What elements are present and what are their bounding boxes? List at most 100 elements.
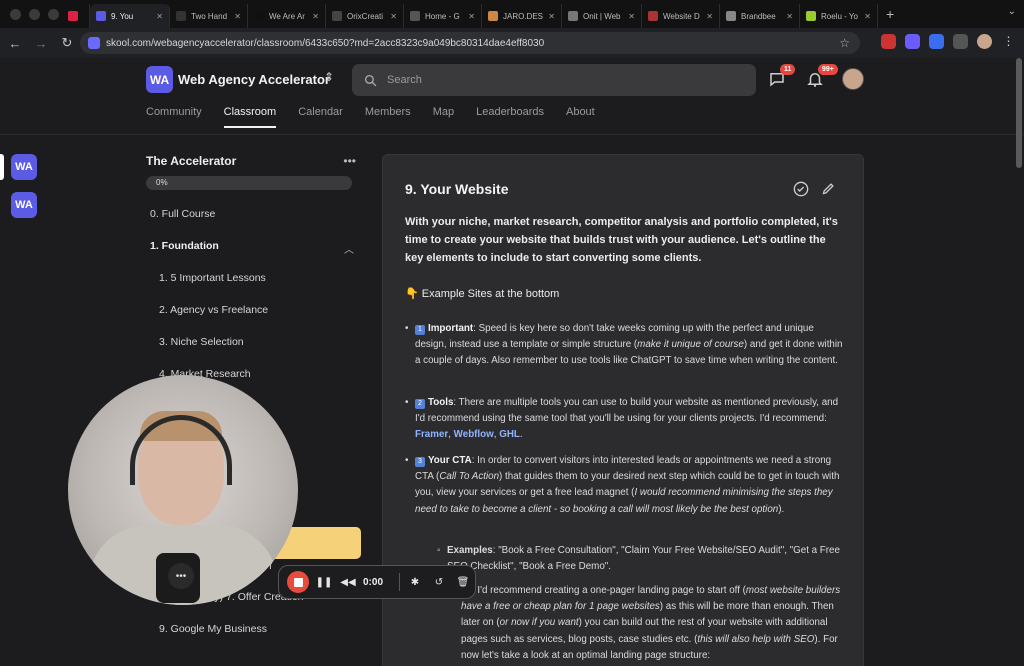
window-controls[interactable] — [10, 9, 59, 20]
brand-logo[interactable]: WA — [146, 66, 173, 93]
extension-icon[interactable] — [905, 34, 920, 49]
progress-label: 0% — [156, 178, 168, 187]
browser-tab[interactable]: Home - G ✕ — [404, 4, 482, 28]
nav-tab-members[interactable]: Members — [365, 106, 411, 128]
close-tab-icon[interactable]: ✕ — [786, 12, 793, 21]
extensions: ⋮ — [881, 34, 1016, 49]
number-1-icon: 1 — [415, 325, 425, 335]
chevron-up-icon[interactable]: ︿ — [344, 241, 354, 256]
browser-tab[interactable]: JARO.DES ✕ — [482, 4, 562, 28]
browser-tab[interactable]: Website D ✕ — [642, 4, 720, 28]
close-tab-icon[interactable]: ✕ — [706, 12, 713, 21]
examples-heading: 👇 Example Sites at the bottom — [405, 288, 560, 300]
rewind-icon[interactable]: ◀◀ — [339, 577, 357, 588]
lesson-item[interactable]: 0. Full Course — [150, 208, 215, 220]
tab-favicon — [68, 11, 78, 21]
forward-icon[interactable]: → — [30, 36, 52, 51]
notification-badge: 99+ — [818, 64, 838, 75]
community-switcher-icon[interactable]: ⇕ — [324, 70, 334, 84]
link-webflow[interactable]: Webflow — [454, 429, 494, 440]
browser-tab[interactable]: Roelu - Yo ✕ — [800, 4, 878, 28]
point-important: • 1 Important: Speed is key here so don't … — [405, 323, 843, 367]
edit-pencil-icon[interactable] — [821, 181, 837, 197]
nav-tab-calendar[interactable]: Calendar — [298, 106, 343, 128]
nav-tab-classroom[interactable]: Classroom — [223, 106, 277, 128]
extension-icon[interactable] — [929, 34, 944, 49]
nav-tab-map[interactable]: Map — [433, 106, 454, 128]
course-title: The Accelerator — [146, 154, 237, 168]
nav-tab-community[interactable]: Community — [146, 106, 202, 128]
point-landing-page: ve: I'd recommend creating a one-pager l… — [461, 585, 841, 661]
lesson-item[interactable]: 9. Google My Business — [159, 623, 267, 635]
pause-icon[interactable]: ❚❚ — [315, 577, 333, 588]
more-options-icon[interactable]: ••• — [343, 154, 356, 168]
tab-favicon — [806, 11, 816, 21]
draw-tool-icon[interactable]: ✱ — [406, 577, 424, 588]
address-bar[interactable]: skool.com/webagencyaccelerator/classroom… — [80, 32, 860, 54]
community-name[interactable]: Web Agency Accelerator — [178, 72, 330, 87]
stop-recording-button[interactable] — [287, 571, 309, 593]
lesson-item[interactable]: 3. Niche Selection — [159, 336, 244, 348]
nav-tab-leaderboards[interactable]: Leaderboards — [476, 106, 544, 128]
lesson-title: 9. Your Website — [405, 181, 509, 197]
close-tab-icon[interactable]: ✕ — [312, 12, 319, 21]
close-tab-icon[interactable]: ✕ — [548, 12, 555, 21]
browser-tab[interactable] — [62, 4, 90, 28]
tab-label: Roelu - Yo — [821, 11, 858, 21]
tab-label: We Are Ar — [269, 11, 305, 21]
main-nav: Community Classroom Calendar Members Map Lead… — [146, 106, 595, 128]
link-framer[interactable]: Framer — [415, 429, 448, 440]
tab-label: Two Hand — [191, 11, 228, 21]
app-header: WA Web Agency Accelerator ⇕ 11 99+ — [146, 64, 866, 98]
tab-favicon — [648, 11, 658, 21]
tab-favicon — [176, 11, 186, 21]
close-tab-icon[interactable]: ✕ — [234, 12, 241, 21]
puzzle-icon[interactable] — [953, 34, 968, 49]
browser-tab[interactable]: Onit | Web ✕ — [562, 4, 642, 28]
trash-icon[interactable]: 🗑 — [454, 577, 472, 588]
cta-examples: ◦ Examples: "Book a Free Consultation", "… — [437, 545, 840, 573]
bookmark-star-icon[interactable]: ☆ — [839, 36, 850, 50]
new-tab-button[interactable]: + — [886, 6, 894, 22]
page-scrollbar[interactable] — [1016, 58, 1022, 168]
close-tab-icon[interactable]: ✕ — [156, 12, 163, 21]
browser-tab[interactable]: 9. You ✕ — [90, 4, 170, 28]
tab-search-icon[interactable]: ⌄ — [1008, 6, 1016, 17]
point-tools: • 2 Tools: There are multiple tools you ca… — [405, 397, 839, 441]
menu-kebab-icon[interactable]: ⋮ — [1001, 34, 1016, 49]
chat-badge: 11 — [780, 64, 796, 75]
lesson-item[interactable]: 1. 5 Important Lessons — [159, 272, 266, 284]
search-input[interactable] — [387, 74, 727, 86]
tab-favicon — [332, 11, 342, 21]
tab-favicon — [410, 11, 420, 21]
screen-recorder-toolbar: ❚❚ ◀◀ 0:00 ✱ ↺ 🗑 — [278, 565, 476, 599]
close-tab-icon[interactable]: ✕ — [864, 12, 871, 21]
browser-tab[interactable]: We Are Ar ✕ — [248, 4, 326, 28]
profile-avatar[interactable] — [977, 34, 992, 49]
tab-favicon — [488, 11, 498, 21]
pointing-hand-icon: 👇 — [405, 288, 419, 300]
link-ghl[interactable]: GHL — [499, 429, 520, 440]
lesson-item[interactable]: 2. Agency vs Freelance — [159, 304, 268, 316]
browser-tab[interactable]: Two Hand ✕ — [170, 4, 248, 28]
close-tab-icon[interactable]: ✕ — [390, 12, 397, 21]
community-logo-wa[interactable]: WA — [11, 154, 37, 180]
search-bar[interactable] — [352, 64, 756, 96]
extension-icon[interactable] — [881, 34, 896, 49]
close-tab-icon[interactable]: ✕ — [468, 12, 475, 21]
back-icon[interactable]: ← — [4, 36, 26, 51]
nav-tab-about[interactable]: About — [566, 106, 595, 128]
search-icon — [364, 74, 377, 86]
webcam-options-icon[interactable]: ••• — [168, 563, 194, 589]
reload-icon[interactable]: ↻ — [56, 35, 78, 51]
browser-tab[interactable]: Brandbee ✕ — [720, 4, 800, 28]
site-info-icon[interactable] — [88, 37, 100, 49]
close-tab-icon[interactable]: ✕ — [628, 12, 635, 21]
mark-complete-icon[interactable] — [793, 181, 809, 197]
user-avatar[interactable] — [842, 68, 864, 90]
restart-icon[interactable]: ↺ — [430, 577, 448, 588]
module-section[interactable]: 1. Foundation — [150, 240, 219, 252]
community-logo-wa-secondary[interactable]: WA — [11, 192, 37, 218]
browser-toolbar: ← → ↻ skool.com/webagencyaccelerator/cla… — [0, 28, 1024, 58]
browser-tab[interactable]: OrixCreati ✕ — [326, 4, 404, 28]
